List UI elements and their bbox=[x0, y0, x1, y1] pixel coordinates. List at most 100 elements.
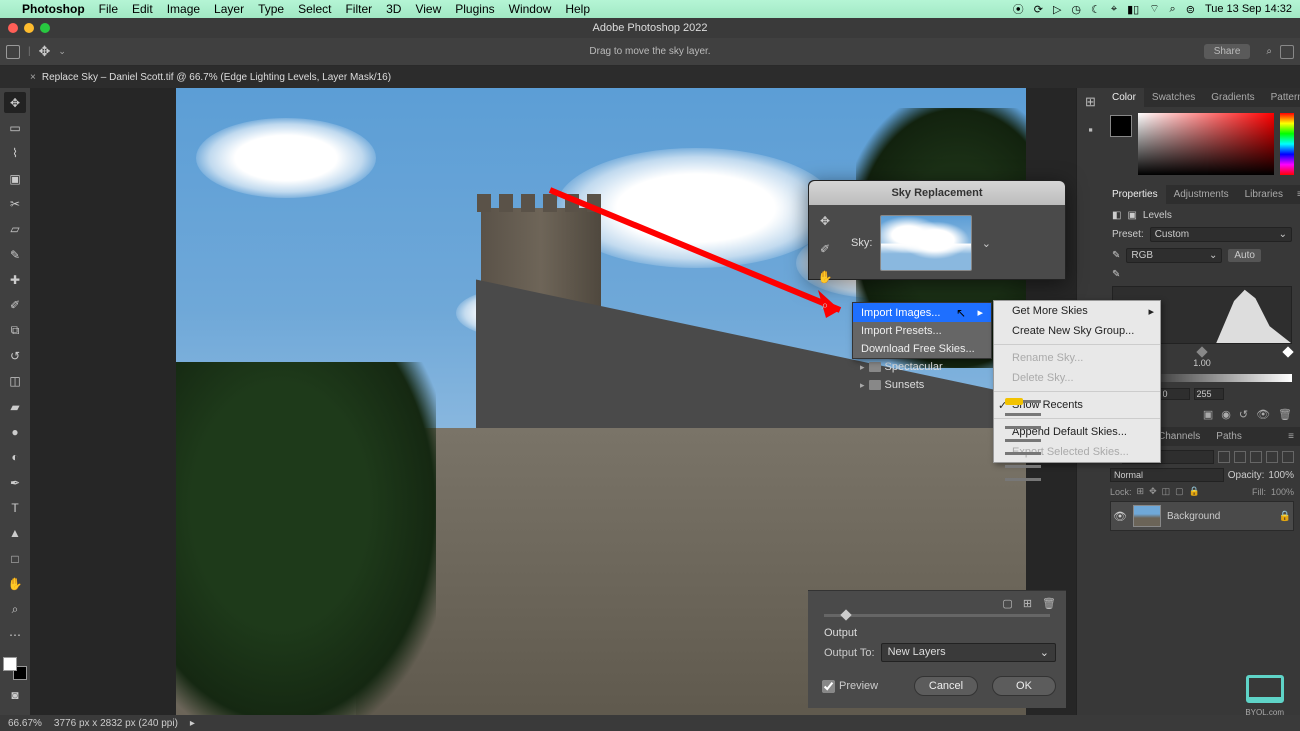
menubar-clock[interactable]: Tue 13 Sep 14:32 bbox=[1205, 3, 1292, 15]
doc-dimensions[interactable]: 3776 px x 2832 px (240 ppi) bbox=[54, 718, 178, 729]
comment-icon[interactable]: ▪ bbox=[1088, 122, 1093, 137]
hue-slider[interactable] bbox=[1280, 113, 1294, 175]
path-select-tool[interactable]: ▲ bbox=[4, 523, 26, 544]
type-tool[interactable]: T bbox=[4, 497, 26, 518]
opacity-value[interactable]: 100% bbox=[1268, 470, 1294, 481]
filter-adjust-icon[interactable] bbox=[1234, 451, 1246, 463]
tab-patterns[interactable]: Patterns bbox=[1263, 88, 1300, 107]
status-caret-icon[interactable]: ▸ bbox=[190, 718, 195, 729]
trash-icon[interactable]: 🗑 bbox=[1278, 408, 1292, 421]
lock-artboard-icon[interactable]: ▢ bbox=[1175, 486, 1184, 497]
share-button[interactable]: Share bbox=[1204, 44, 1251, 59]
document-tab[interactable]: × Replace Sky – Daniel Scott.tif @ 66.7%… bbox=[30, 72, 391, 83]
menu-select[interactable]: Select bbox=[298, 2, 331, 16]
filter-shape-icon[interactable] bbox=[1266, 451, 1278, 463]
folder-sunsets[interactable]: ▸Sunsets bbox=[852, 376, 1002, 394]
preset-select[interactable]: Custom⌄ bbox=[1150, 227, 1292, 242]
new-preset-icon[interactable]: ⊞ bbox=[1023, 597, 1032, 610]
pen-tool[interactable]: ✒ bbox=[4, 472, 26, 493]
sky-hand-tool-icon[interactable]: ✋ bbox=[815, 267, 835, 287]
menu-plugins[interactable]: Plugins bbox=[455, 2, 494, 16]
status-battery-icon[interactable]: ▮▯ bbox=[1127, 3, 1139, 16]
lock-pixels-icon[interactable]: ◫ bbox=[1162, 486, 1171, 497]
close-window-icon[interactable] bbox=[8, 23, 18, 33]
eyedropper-tool[interactable]: ✎ bbox=[4, 244, 26, 265]
view-prev-icon[interactable]: ◉ bbox=[1221, 408, 1231, 421]
zoom-level[interactable]: 66.67% bbox=[8, 718, 42, 729]
fg-color-swatch[interactable] bbox=[3, 657, 17, 671]
blend-mode-select[interactable]: Normal bbox=[1110, 468, 1224, 482]
preview-checkbox[interactable]: Preview bbox=[822, 680, 878, 693]
fill-value[interactable]: 100% bbox=[1271, 487, 1294, 497]
tab-adjustments[interactable]: Adjustments bbox=[1166, 185, 1237, 204]
filter-smart-icon[interactable] bbox=[1282, 451, 1294, 463]
output-low-input[interactable] bbox=[1160, 388, 1190, 400]
panel-menu-icon[interactable]: ≡ bbox=[1282, 427, 1300, 446]
lock-all-icon[interactable]: ⊞ bbox=[1137, 486, 1145, 497]
traffic-lights[interactable] bbox=[8, 23, 50, 33]
dodge-tool[interactable]: ◐ bbox=[4, 447, 26, 468]
sky-dropdown-caret-icon[interactable]: ⌄ bbox=[980, 237, 992, 250]
menu-filter[interactable]: Filter bbox=[345, 2, 372, 16]
slider-shift-edge[interactable] bbox=[1005, 400, 1041, 403]
zoom-window-icon[interactable] bbox=[40, 23, 50, 33]
filter-type-icon[interactable] bbox=[1250, 451, 1262, 463]
layer-name[interactable]: Background bbox=[1167, 511, 1220, 522]
slider-fade-edge[interactable] bbox=[1005, 413, 1041, 416]
minimize-window-icon[interactable] bbox=[24, 23, 34, 33]
sky-zoom-tool-icon[interactable]: ⌕ bbox=[815, 295, 835, 315]
slider-temperature[interactable] bbox=[1005, 439, 1041, 442]
panel-menu-icon[interactable]: ≡ bbox=[1291, 185, 1300, 204]
menu-edit[interactable]: Edit bbox=[132, 2, 153, 16]
menu-help[interactable]: Help bbox=[565, 2, 590, 16]
sky-thumbnail[interactable] bbox=[880, 215, 972, 271]
thumbnail-size-slider[interactable] bbox=[824, 614, 1050, 617]
lock-icon[interactable]: 🔒 bbox=[1279, 511, 1291, 522]
auto-button[interactable]: Auto bbox=[1228, 249, 1261, 262]
brush-settings-icon[interactable]: ⊞ bbox=[1085, 94, 1096, 110]
reset-icon[interactable]: ↺ bbox=[1239, 408, 1248, 421]
home-icon[interactable] bbox=[6, 45, 20, 59]
color-swatches[interactable] bbox=[3, 657, 27, 680]
status-control-icon[interactable]: ⊜ bbox=[1186, 3, 1195, 16]
status-play-icon[interactable]: ▷ bbox=[1053, 3, 1061, 16]
workspace-switcher-icon[interactable] bbox=[1280, 45, 1294, 59]
marquee-tool[interactable]: ▭ bbox=[4, 117, 26, 138]
object-select-tool[interactable]: ▣ bbox=[4, 168, 26, 189]
color-field[interactable] bbox=[1138, 113, 1274, 175]
status-sync-icon[interactable]: ⟳ bbox=[1034, 3, 1043, 16]
menu-import-images[interactable]: Import Images...▸ bbox=[853, 303, 991, 322]
tab-swatches[interactable]: Swatches bbox=[1144, 88, 1203, 107]
status-search-icon[interactable]: ⌕ bbox=[1170, 3, 1176, 16]
dropdown-caret-icon[interactable]: ⌄ bbox=[58, 46, 66, 57]
zoom-tool[interactable]: ⌕ bbox=[4, 599, 26, 620]
lock-icon[interactable]: 🔒 bbox=[1189, 486, 1200, 497]
output-high-input[interactable] bbox=[1194, 388, 1224, 400]
menu-file[interactable]: File bbox=[99, 2, 118, 16]
layer-row[interactable]: 👁 Background 🔒 bbox=[1110, 501, 1294, 531]
sky-move-tool-icon[interactable]: ✥ bbox=[815, 211, 835, 231]
edit-toolbar[interactable]: ⋯ bbox=[4, 624, 26, 645]
clip-icon[interactable]: ▣ bbox=[1203, 408, 1213, 421]
brush-tool[interactable]: ✐ bbox=[4, 295, 26, 316]
gradient-tool[interactable]: ▰ bbox=[4, 396, 26, 417]
new-folder-icon[interactable]: ▢ bbox=[1002, 597, 1012, 610]
crop-tool[interactable]: ✂ bbox=[4, 193, 26, 214]
menu-import-presets[interactable]: Import Presets... bbox=[853, 322, 991, 340]
hand-tool[interactable]: ✋ bbox=[4, 573, 26, 594]
blur-tool[interactable]: ● bbox=[4, 421, 26, 442]
quickmask-tool[interactable]: ◙ bbox=[4, 684, 26, 705]
menu-layer[interactable]: Layer bbox=[214, 2, 244, 16]
status-wifi-icon[interactable]: ⌔ bbox=[1149, 2, 1159, 16]
move-tool-icon[interactable]: ✥ bbox=[39, 43, 51, 60]
tab-color[interactable]: Color bbox=[1104, 88, 1144, 107]
status-clock-icon[interactable]: ◷ bbox=[1071, 3, 1081, 16]
lock-position-icon[interactable]: ✥ bbox=[1149, 486, 1157, 497]
close-tab-icon[interactable]: × bbox=[30, 72, 36, 83]
toggle-visibility-icon[interactable]: 👁 bbox=[1256, 408, 1270, 421]
clone-tool[interactable]: ⧉ bbox=[4, 320, 26, 341]
menu-type[interactable]: Type bbox=[258, 2, 284, 16]
layer-thumbnail[interactable] bbox=[1133, 505, 1161, 527]
status-moon-icon[interactable]: ☾ bbox=[1091, 3, 1101, 16]
visibility-icon[interactable]: 👁 bbox=[1113, 510, 1127, 523]
